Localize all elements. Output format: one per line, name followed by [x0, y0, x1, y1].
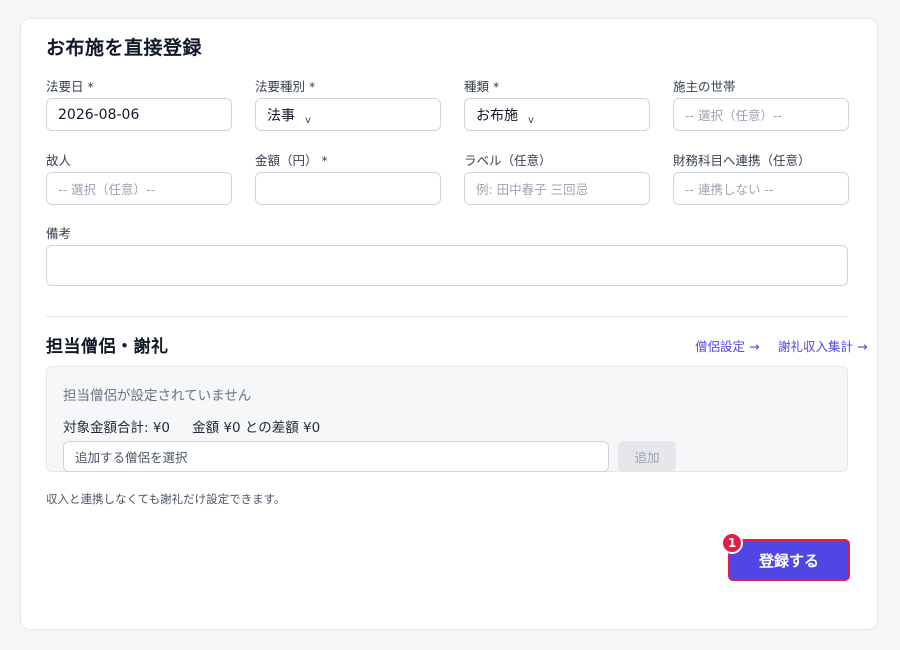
form-title: お布施を直接登録 [46, 37, 203, 59]
householder-select[interactable]: -- 選択（任意）-- [673, 98, 849, 131]
amount-input[interactable] [255, 172, 441, 205]
deceased-placeholder: -- 選択（任意）-- [58, 182, 156, 197]
monk-settings-link[interactable]: 僧侶設定 → [695, 336, 759, 355]
kind-select[interactable]: お布施 v [464, 98, 650, 131]
tag-input[interactable]: 例: 田中春子 三回忌 [464, 172, 650, 205]
monk-section-title: 担当僧侶・謝礼 [46, 337, 169, 357]
amount-label: 金額（円） * [255, 153, 328, 168]
honorarium-summary-link[interactable]: 謝礼収入集計 → [778, 336, 867, 355]
step-badge: 1 [721, 532, 743, 554]
kind-value: お布施 [476, 107, 518, 124]
remarks-textarea[interactable] [46, 245, 848, 286]
no-monk-message: 担当僧侶が設定されていません [63, 388, 252, 404]
add-monk-button[interactable]: 追加 [618, 441, 676, 472]
account-link-placeholder: -- 連携しない -- [685, 182, 774, 197]
deceased-label: 故人 [46, 153, 72, 168]
account-link-label: 財務科目へ連携（任意） [673, 153, 811, 168]
chevron-down-icon: v [305, 115, 311, 126]
householder-placeholder: -- 選択（任意）-- [685, 108, 783, 123]
tag-placeholder: 例: 田中春子 三回忌 [476, 182, 589, 197]
memorial-date-value: 2026-08-06 [58, 106, 140, 123]
section-divider [46, 316, 848, 317]
deceased-select[interactable]: -- 選択（任意）-- [46, 172, 232, 205]
tag-label: ラベル（任意） [464, 153, 552, 168]
memorial-type-label: 法要種別 * [255, 79, 316, 94]
memorial-type-value: 法事 [267, 107, 295, 124]
householder-label: 施主の世帯 [673, 79, 736, 94]
account-link-select[interactable]: -- 連携しない -- [673, 172, 849, 205]
monk-note: 収入と連携しなくても謝礼だけ設定できます。 [46, 492, 286, 506]
kind-label: 種類 * [464, 79, 500, 94]
chevron-down-icon: v [528, 115, 534, 126]
remarks-label: 備考 [46, 226, 72, 241]
totals-text: 対象金額合計: ¥0 金額 ¥0 との差額 ¥0 [63, 420, 321, 436]
memorial-date-label: 法要日 * [46, 79, 94, 94]
memorial-type-select[interactable]: 法事 v [255, 98, 441, 131]
monk-select[interactable]: 追加する僧侶を選択 [63, 441, 609, 472]
monk-select-placeholder: 追加する僧侶を選択 [75, 450, 188, 465]
register-button[interactable]: 登録する [728, 539, 850, 581]
memorial-date-input[interactable]: 2026-08-06 [46, 98, 232, 131]
